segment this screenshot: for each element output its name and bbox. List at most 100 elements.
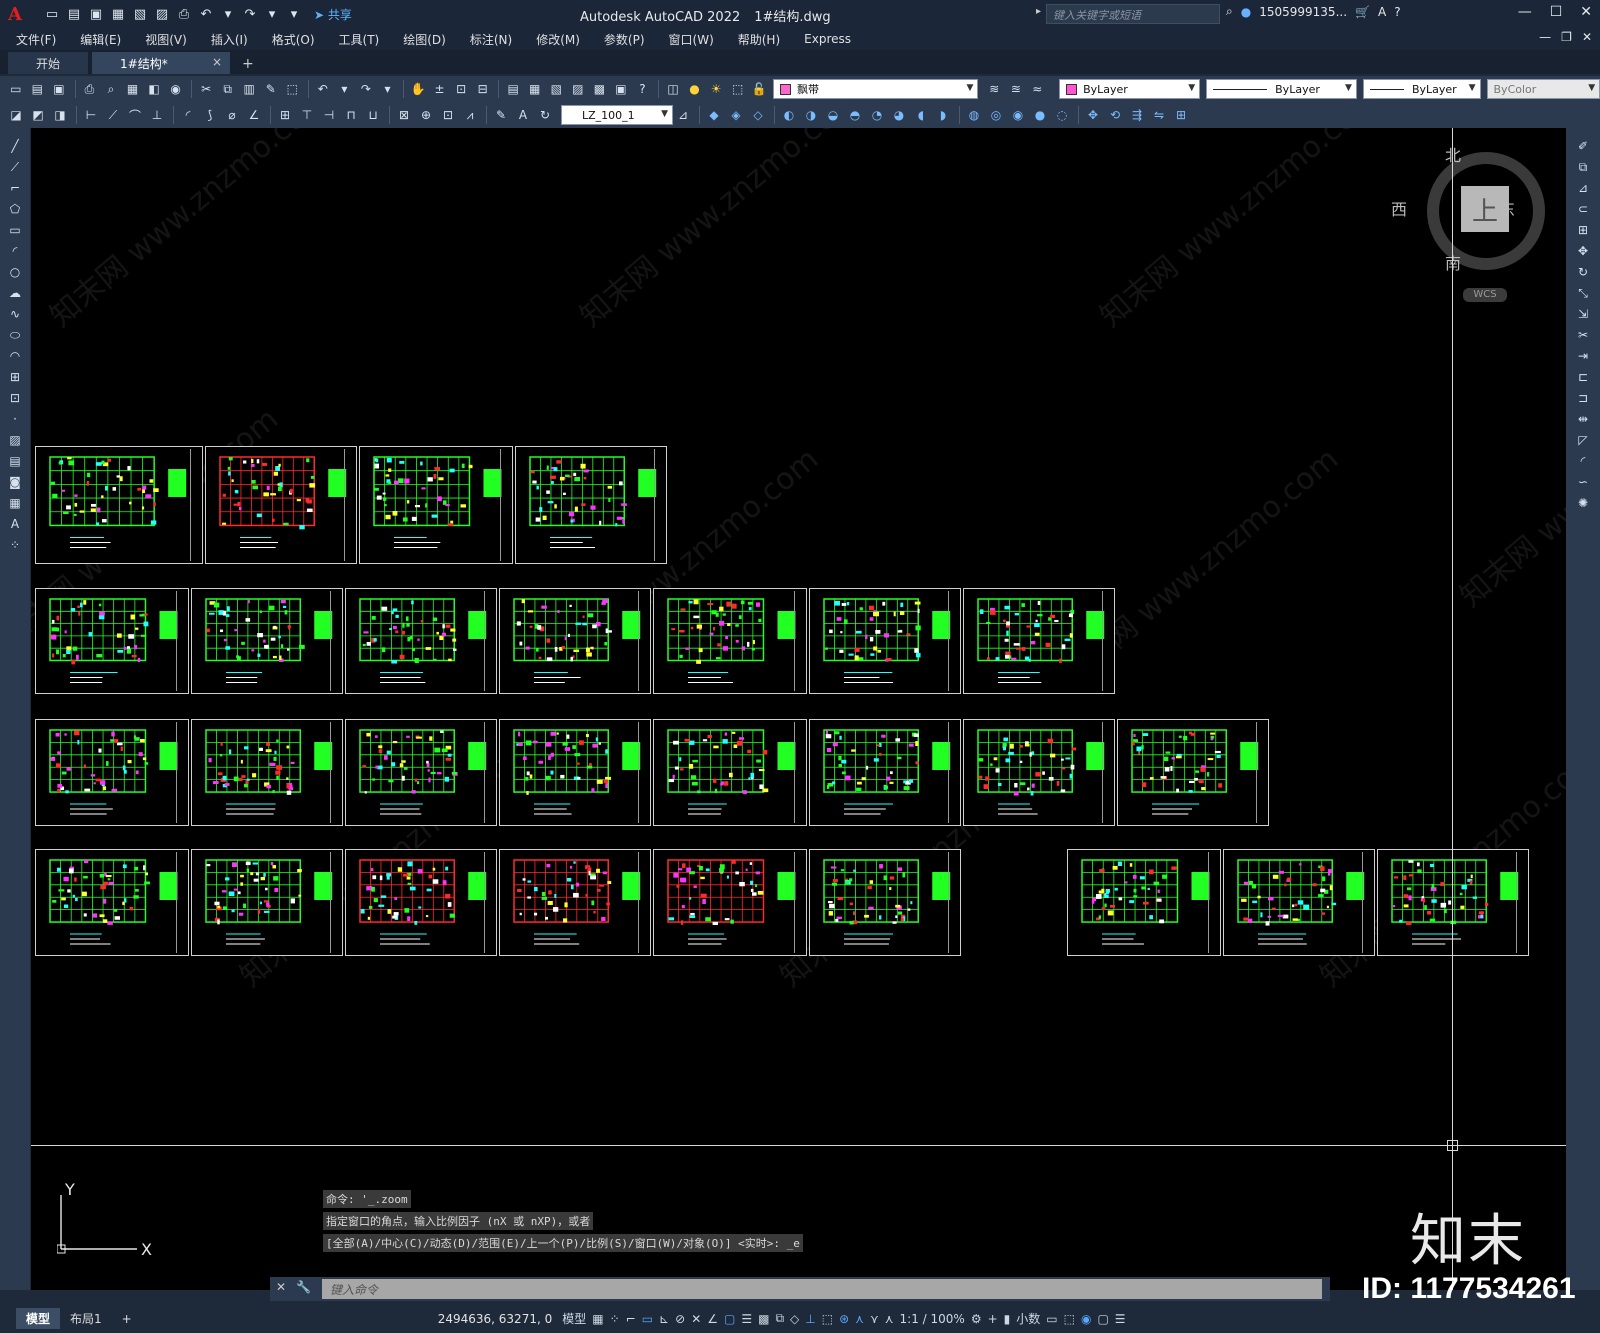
new-tab-button[interactable]: + bbox=[234, 54, 262, 74]
object-snap-tracking-icon[interactable]: ∠ bbox=[707, 1312, 718, 1326]
save-icon[interactable]: ▣ bbox=[49, 79, 69, 99]
save-web-icon[interactable]: ▨ bbox=[152, 4, 172, 24]
stretch-icon[interactable]: ⇲ bbox=[1573, 304, 1593, 324]
tool-palettes-icon[interactable]: ▧ bbox=[547, 79, 567, 99]
polar-tracking-icon[interactable]: ⊘ bbox=[675, 1312, 685, 1326]
selection-filter-icon[interactable]: ⬚ bbox=[822, 1312, 833, 1326]
model-space-toggle[interactable]: 模型 bbox=[562, 1310, 586, 1327]
drawing-sheet[interactable] bbox=[809, 588, 961, 694]
tab-model[interactable]: 模型 bbox=[16, 1308, 61, 1329]
layer-state-icon[interactable]: ◩ bbox=[28, 105, 48, 125]
quick-dim-icon[interactable]: ⊞ bbox=[275, 105, 295, 125]
redo-dropdown-icon[interactable]: ▾ bbox=[262, 4, 282, 24]
customization-icon[interactable]: ☰ bbox=[1115, 1312, 1126, 1326]
properties-icon[interactable]: ▤ bbox=[503, 79, 523, 99]
cut-icon[interactable]: ✂ bbox=[196, 79, 216, 99]
tab-start[interactable]: 开始 bbox=[8, 52, 89, 74]
erase-icon[interactable]: ✐ bbox=[1573, 136, 1593, 156]
join-icon[interactable]: ⇹ bbox=[1573, 409, 1593, 429]
zoom-previous-icon[interactable]: ⊟ bbox=[473, 79, 493, 99]
dim-space-icon[interactable]: ⊓ bbox=[341, 105, 361, 125]
doc-close-icon[interactable]: ✕ bbox=[1582, 30, 1592, 44]
arc-icon[interactable]: ◜ bbox=[5, 241, 25, 261]
dim-break-icon[interactable]: ⊔ bbox=[363, 105, 383, 125]
continue-dim-icon[interactable]: ⊣ bbox=[319, 105, 339, 125]
copy-icon[interactable]: ⧉ bbox=[218, 79, 238, 99]
snap-icon[interactable]: ⁘ bbox=[610, 1312, 620, 1326]
publish-icon[interactable]: ▦ bbox=[123, 79, 143, 99]
search-icon[interactable]: ⌕ bbox=[1226, 4, 1233, 19]
infer-constraints-icon[interactable]: ⌐ bbox=[626, 1312, 636, 1326]
drawing-sheet[interactable] bbox=[653, 849, 807, 956]
grid-icon[interactable]: ▦ bbox=[592, 1312, 603, 1326]
revision-cloud-icon[interactable]: ☁ bbox=[5, 283, 25, 303]
linear-dim-icon[interactable]: ⊢ bbox=[81, 105, 101, 125]
menu-tools[interactable]: 工具(T) bbox=[339, 31, 380, 48]
quickcalc-icon[interactable]: ▣ bbox=[611, 79, 631, 99]
user-account[interactable]: 1505999135... bbox=[1259, 5, 1347, 19]
extend-icon[interactable]: ⇥ bbox=[1573, 346, 1593, 366]
save-as-icon[interactable]: ▦ bbox=[108, 4, 128, 24]
break-at-point-icon[interactable]: ⊏ bbox=[1573, 367, 1593, 387]
dynamic-input-icon[interactable]: ▭ bbox=[642, 1312, 653, 1326]
transparency-icon[interactable]: ▩ bbox=[758, 1312, 769, 1326]
drawing-sheet[interactable] bbox=[515, 446, 667, 564]
layer-lock-icon[interactable]: 🔓 bbox=[749, 79, 769, 99]
customize-command-icon[interactable]: 🔧 bbox=[296, 1280, 311, 1294]
mtext-icon[interactable]: A bbox=[5, 514, 25, 534]
undo-dropdown-icon[interactable]: ▾ bbox=[335, 79, 355, 99]
share-button[interactable]: ➤ 共享 bbox=[314, 6, 352, 23]
auto-scale-icon[interactable]: ⋎ bbox=[870, 1312, 879, 1326]
layer-thaw-icon[interactable]: ☀ bbox=[706, 79, 726, 99]
isolate-objects-icon[interactable]: ◉ bbox=[1081, 1312, 1091, 1326]
selection-cycling-icon[interactable]: ⧉ bbox=[775, 1311, 784, 1326]
drawing-sheet[interactable] bbox=[809, 719, 961, 826]
mirror-icon[interactable]: ⊿ bbox=[1573, 178, 1593, 198]
plot-icon[interactable]: ⎙ bbox=[174, 4, 194, 24]
ellipse-arc-icon[interactable]: ◠ bbox=[5, 346, 25, 366]
drawing-sheet[interactable] bbox=[809, 849, 961, 956]
undo-dropdown-icon[interactable]: ▾ bbox=[218, 4, 238, 24]
layer-walk-icon[interactable]: ◨ bbox=[50, 105, 70, 125]
presspull-icon[interactable]: ◑ bbox=[801, 105, 821, 125]
drawing-sheet[interactable] bbox=[1117, 719, 1269, 826]
drawing-sheet[interactable] bbox=[1377, 849, 1529, 956]
union-icon[interactable]: ◕ bbox=[889, 105, 909, 125]
dim-text-edit-icon[interactable]: A bbox=[513, 105, 533, 125]
move-icon[interactable]: ✥ bbox=[1573, 241, 1593, 261]
compass-west[interactable]: 西 bbox=[1391, 196, 1407, 220]
thicken-icon[interactable]: ● bbox=[1030, 105, 1050, 125]
cone-icon[interactable]: ◇ bbox=[748, 105, 768, 125]
search-input[interactable]: 键入关键字或短语 bbox=[1046, 4, 1220, 24]
drawing-sheet[interactable] bbox=[345, 719, 497, 826]
break-icon[interactable]: ⊐ bbox=[1573, 388, 1593, 408]
rectangle-icon[interactable]: ▭ bbox=[5, 220, 25, 240]
rotate-icon[interactable]: ↻ bbox=[1573, 262, 1593, 282]
cart-icon[interactable]: 🛒 bbox=[1355, 5, 1370, 19]
sweep-icon[interactable]: ◒ bbox=[823, 105, 843, 125]
diameter-dim-icon[interactable]: ⌀ bbox=[222, 105, 242, 125]
drawing-sheet[interactable] bbox=[653, 719, 807, 826]
menu-insert[interactable]: 插入(I) bbox=[211, 31, 248, 48]
expand-search-icon[interactable]: ▸ bbox=[1036, 6, 1041, 17]
ortho-icon[interactable]: ⊾ bbox=[659, 1312, 669, 1326]
doc-restore-icon[interactable]: ❐ bbox=[1561, 30, 1572, 44]
drawing-sheet[interactable] bbox=[963, 719, 1115, 826]
minimize-icon[interactable]: — bbox=[1518, 4, 1532, 20]
menu-view[interactable]: 视图(V) bbox=[145, 31, 187, 48]
construction-line-icon[interactable]: ⟋ bbox=[5, 157, 25, 177]
drawing-sheet[interactable] bbox=[35, 446, 203, 564]
menu-file[interactable]: 文件(F) bbox=[16, 31, 56, 48]
menu-window[interactable]: 窗口(W) bbox=[669, 31, 714, 48]
blend-curves-icon[interactable]: ∽ bbox=[1573, 472, 1593, 492]
open-icon[interactable]: ▤ bbox=[28, 79, 48, 99]
box-icon[interactable]: ◆ bbox=[704, 105, 724, 125]
object-snap-icon[interactable]: ▢ bbox=[724, 1312, 735, 1326]
coordinate-readout[interactable]: 2494636, 63271, 0 bbox=[438, 1312, 553, 1326]
shell-icon[interactable]: ◎ bbox=[986, 105, 1006, 125]
plot-preview-icon[interactable]: ⌕ bbox=[101, 79, 121, 99]
rotate-3d-icon[interactable]: ⟲ bbox=[1105, 105, 1125, 125]
menu-help[interactable]: 帮助(H) bbox=[738, 31, 780, 48]
add-selected-icon[interactable]: ⁘ bbox=[5, 535, 25, 555]
save-icon[interactable]: ▣ bbox=[86, 4, 106, 24]
